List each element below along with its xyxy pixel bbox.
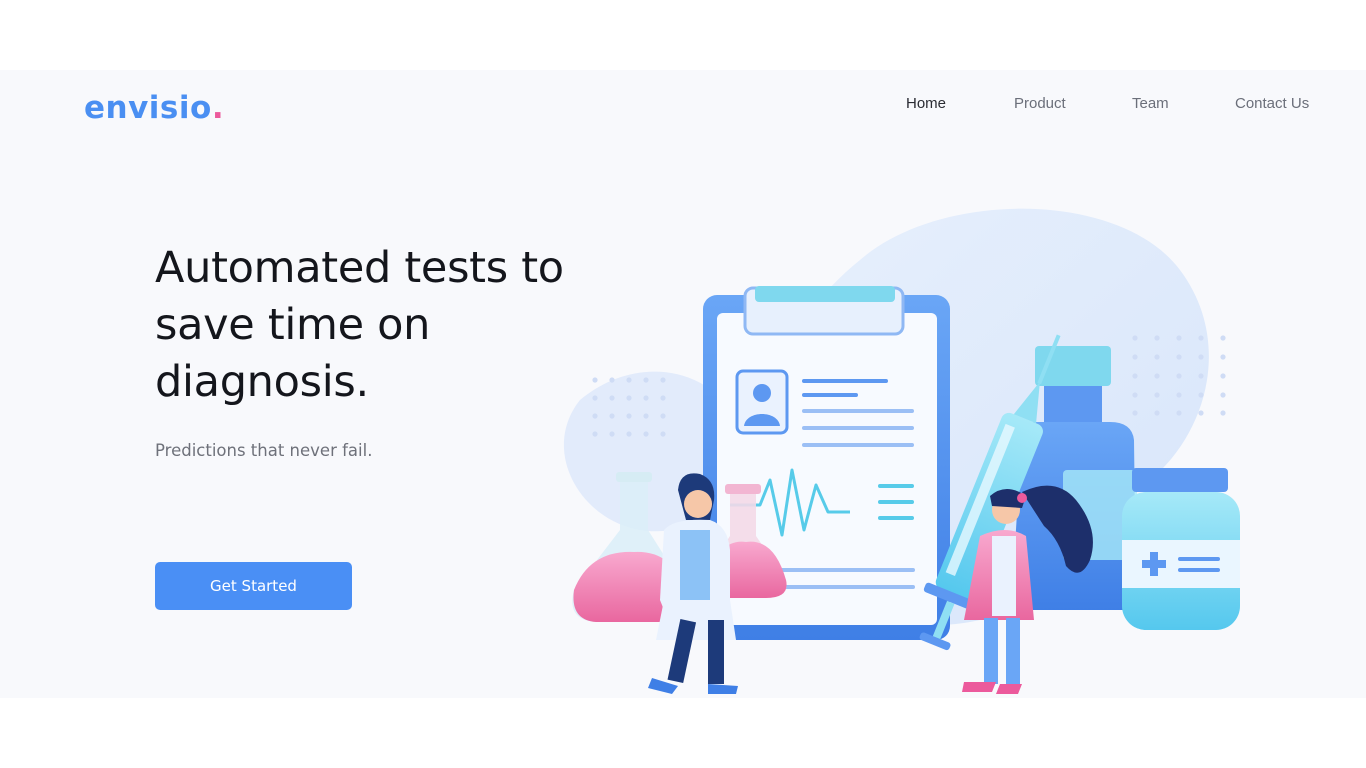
landing-page: envisio. Home Product Team Contact Us Au… (0, 0, 1366, 768)
brand-name: envisio (84, 90, 212, 126)
nav-item-team[interactable]: Team (1132, 94, 1169, 114)
brand-logo[interactable]: envisio. (84, 88, 224, 128)
medical-lab-illustration (563, 208, 1240, 694)
hero-subtitle: Predictions that never fail. (155, 441, 373, 460)
brand-dot: . (211, 90, 225, 126)
nav-item-product[interactable]: Product (1014, 94, 1066, 114)
nav-item-home[interactable]: Home (906, 94, 946, 114)
get-started-button[interactable]: Get Started (155, 562, 352, 610)
medicine-jar (1122, 468, 1240, 630)
hero-title: Automated tests to save time on diagnosi… (155, 243, 564, 407)
nav-item-contact-us[interactable]: Contact Us (1235, 94, 1309, 114)
